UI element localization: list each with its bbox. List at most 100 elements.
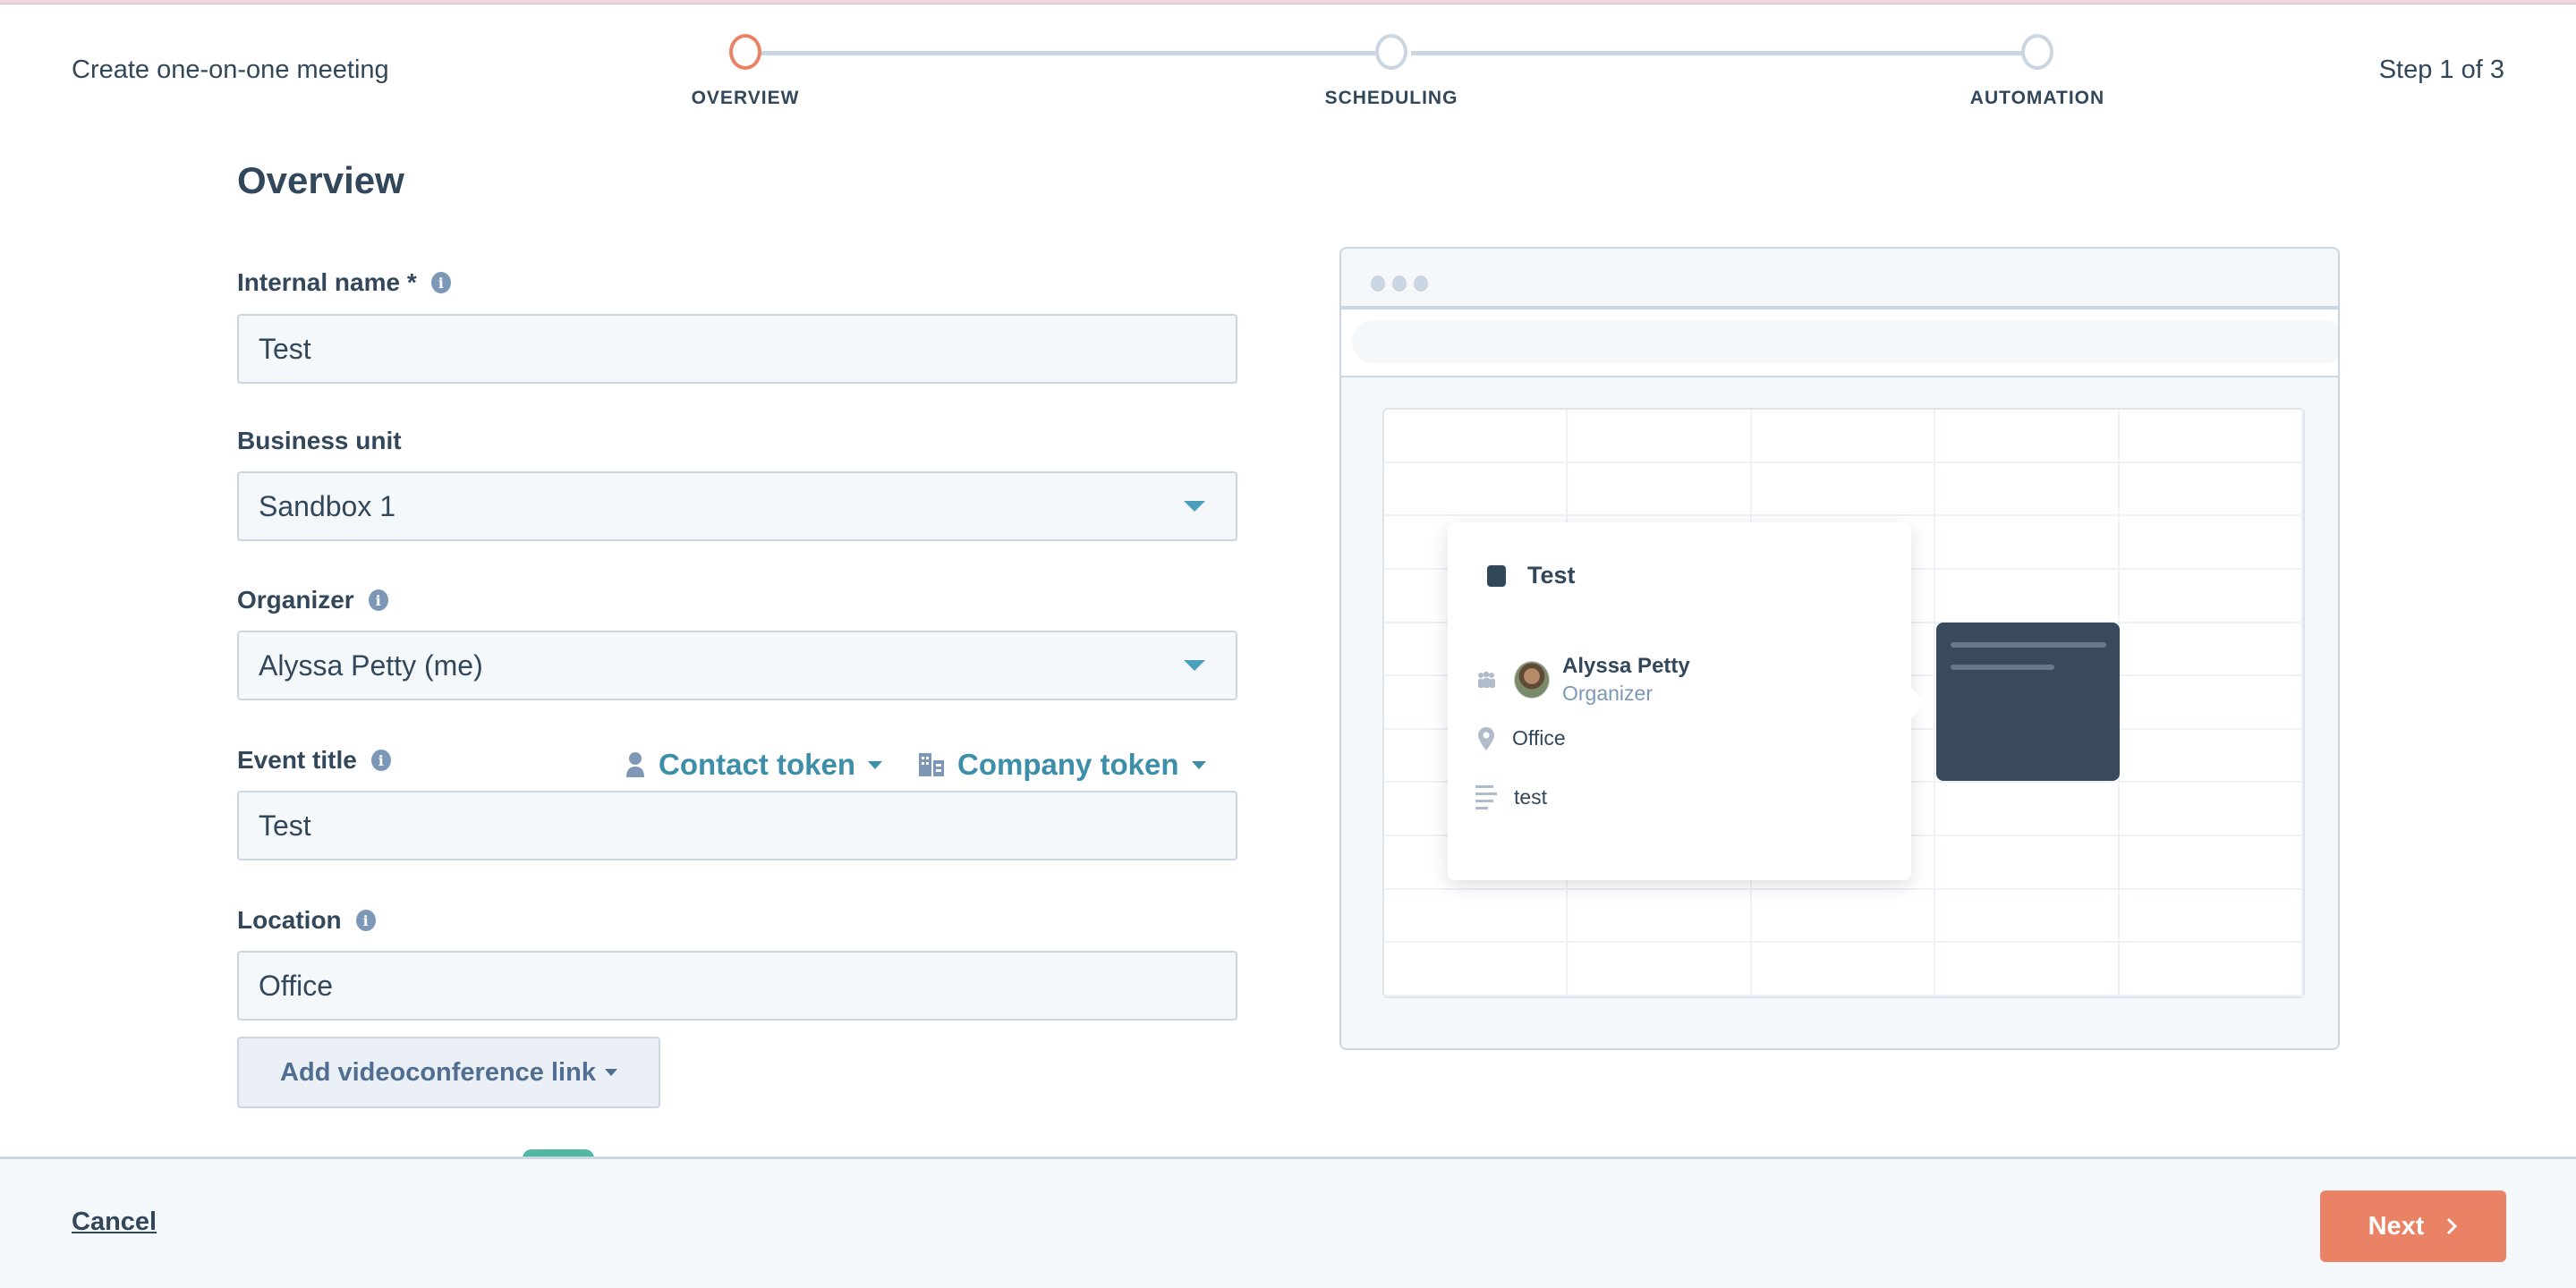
event-placeholder-line (1951, 642, 2106, 648)
location-label-text: Location (237, 906, 342, 934)
step-node-automation[interactable] (2021, 34, 2053, 70)
popover-title-text: Test (1527, 562, 1576, 589)
company-token-label: Company token (957, 748, 1179, 781)
add-videoconference-label: Add videoconference link (280, 1057, 596, 1087)
popover-location-text: Office (1512, 726, 1566, 750)
calendar-cell (1751, 410, 1936, 463)
calendar-cell (2119, 410, 2303, 463)
contact-token-dropdown[interactable]: Contact token (625, 748, 883, 782)
event-title-label: Event title i (237, 746, 391, 775)
business-unit-select[interactable]: Sandbox 1 (237, 471, 1237, 541)
info-icon[interactable]: i (430, 272, 451, 293)
calendar-cell (1751, 943, 1936, 996)
event-title-input[interactable]: Test (237, 791, 1237, 860)
popover-description-text: test (1514, 785, 1548, 809)
company-icon (919, 753, 945, 776)
preview-address-bar (1341, 306, 2338, 377)
internal-name-label-text: Internal name * (237, 268, 417, 296)
calendar-cell (2119, 729, 2303, 784)
calendar-cell (1935, 943, 2120, 996)
location-pin-icon (1475, 726, 1498, 750)
calendar-cell (1568, 462, 1752, 517)
calendar-cell (1568, 410, 1752, 463)
organizer-select[interactable]: Alyssa Petty (me) (237, 631, 1237, 700)
location-label: Location i (237, 906, 376, 935)
token-menu-row: Contact token Company token (625, 748, 1206, 782)
calendar-cell (2119, 516, 2303, 570)
step-node-overview[interactable] (729, 34, 761, 70)
caret-down-icon (604, 1069, 617, 1076)
section-heading: Overview (237, 159, 404, 201)
calendar-cell (1384, 462, 1569, 517)
top-border (0, 0, 2576, 4)
calendar-cell (1384, 410, 1569, 463)
stepper-connector (761, 51, 1379, 55)
company-token-dropdown[interactable]: Company token (918, 748, 1206, 782)
event-placeholder-line (1951, 665, 2054, 670)
calendar-cell (1751, 889, 1936, 944)
internal-name-value: Test (259, 332, 311, 365)
description-lines-icon (1475, 785, 1498, 809)
organizer-label: Organizer i (237, 586, 388, 614)
calendar-cell (1935, 569, 2120, 623)
calendar-cell (2119, 623, 2303, 677)
calendar-event-block (1936, 623, 2120, 781)
business-unit-label-text: Business unit (237, 427, 402, 454)
location-value: Office (259, 969, 333, 1002)
calendar-cell (2119, 783, 2303, 837)
event-title-value: Test (259, 809, 311, 842)
organizer-label-text: Organizer (237, 586, 354, 614)
calendar-cell (2119, 943, 2303, 996)
next-label: Next (2368, 1211, 2425, 1241)
step-label-scheduling: SCHEDULING (1324, 88, 1458, 108)
location-input[interactable]: Office (237, 951, 1237, 1021)
step-label-automation: AUTOMATION (1969, 88, 2105, 108)
calendar-cell (1935, 889, 2120, 944)
window-dots-icon (1371, 275, 1428, 292)
avatar (1514, 661, 1550, 699)
calendar-cell (1384, 889, 1569, 944)
calendar-cell (1935, 836, 2120, 890)
add-videoconference-button[interactable]: Add videoconference link (237, 1037, 660, 1108)
calendar-cell (2119, 889, 2303, 944)
popover-description-row: test (1475, 785, 1547, 809)
next-button[interactable]: Next (2320, 1191, 2506, 1262)
internal-name-input[interactable]: Test (237, 314, 1237, 384)
step-counter: Step 1 of 3 (2378, 55, 2504, 84)
calendar-cell (1384, 943, 1569, 996)
stepper-connector (1411, 51, 2028, 55)
chevron-down-icon (1184, 660, 1205, 671)
popover-organizer-row: Alyssa Petty Organizer (1475, 653, 1690, 707)
calendar-cell (1935, 410, 2120, 463)
calendar-cell (1568, 943, 1752, 996)
organizer-name: Alyssa Petty (1562, 654, 1690, 678)
organizer-role: Organizer (1562, 682, 1653, 705)
calendar-cell (2119, 676, 2303, 730)
calendar-cell (2119, 836, 2303, 890)
organizer-value: Alyssa Petty (me) (259, 648, 483, 682)
info-icon[interactable]: i (370, 750, 391, 771)
popover-location-row: Office (1475, 726, 1566, 750)
page-title: Create one-on-one meeting (72, 55, 389, 84)
calendar-cell (1751, 462, 1936, 517)
calendar-cell (1935, 783, 2120, 837)
popover-title: Test (1487, 562, 1576, 589)
info-icon[interactable]: i (368, 589, 388, 611)
caret-down-icon (868, 760, 883, 769)
calendar-cell (1935, 462, 2120, 517)
event-popover: Test Alyssa Petty Organizer Office test (1448, 522, 1926, 880)
info-icon[interactable]: i (355, 910, 376, 931)
event-title-label-text: Event title (237, 746, 357, 774)
step-node-scheduling[interactable] (1375, 34, 1407, 70)
internal-name-label: Internal name * i (237, 268, 451, 297)
business-unit-value: Sandbox 1 (259, 489, 396, 522)
footer-bar: Cancel Next (0, 1157, 2576, 1288)
calendar-cell (2119, 569, 2303, 623)
cancel-button[interactable]: Cancel (72, 1208, 157, 1237)
calendar-cell (1935, 516, 2120, 570)
contact-icon (626, 752, 644, 777)
calendar-cell (2119, 462, 2303, 517)
business-unit-label: Business unit (237, 427, 402, 455)
preview-url-field (1352, 320, 2338, 363)
calendar-cell (1568, 889, 1752, 944)
